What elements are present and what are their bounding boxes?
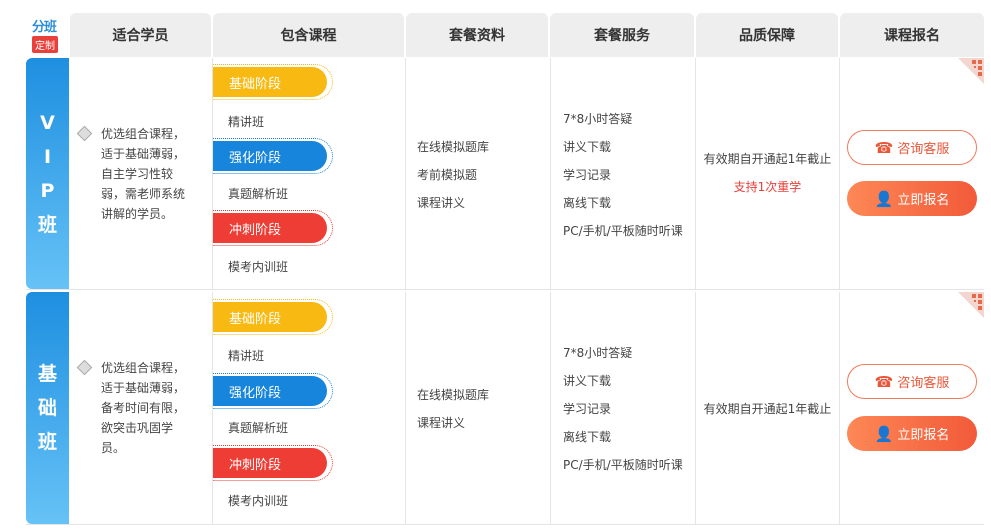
materials-cell: 在线模拟题库 考前模拟题 课程讲义 bbox=[406, 58, 551, 289]
diamond-icon bbox=[76, 125, 93, 142]
materials-cell: 在线模拟题库 课程讲义 bbox=[406, 292, 551, 524]
service-item: 离线下载 bbox=[563, 430, 612, 444]
row-label-char: 基 bbox=[37, 363, 57, 385]
headset-icon: ☎ bbox=[874, 138, 894, 157]
consult-button-label: 咨询客服 bbox=[897, 142, 950, 157]
enroll-button[interactable]: 👤 立即报名 bbox=[847, 416, 977, 451]
enroll-cell: ☎ 咨询客服 👤 立即报名 bbox=[840, 58, 984, 289]
target-students-cell: 优选组合课程， 适于基础薄弱， 备考时间有限， 欲突击巩固学 员。 bbox=[69, 292, 213, 524]
stage-sprint-pill: 冲刺阶段 bbox=[213, 210, 333, 246]
material-item: 课程讲义 bbox=[417, 196, 466, 210]
target-students-cell: 优选组合课程， 适于基础薄弱， 自主学习性较 弱，需老师系统 讲解的学员。 bbox=[69, 58, 213, 289]
service-item: 7*8小时答疑 bbox=[563, 112, 633, 126]
header-target-students: 适合学员 bbox=[70, 13, 211, 57]
header-enroll: 课程报名 bbox=[840, 13, 984, 57]
services-cell: 7*8小时答疑 讲义下载 学习记录 离线下载 PC/手机/平板随时听课 bbox=[551, 58, 696, 289]
course-item: 真题解析班 bbox=[228, 421, 289, 435]
row-label-char: V bbox=[40, 111, 55, 134]
enroll-button-label: 立即报名 bbox=[897, 193, 950, 208]
service-item: 讲义下载 bbox=[563, 140, 612, 154]
stage-strengthen-pill: 强化阶段 bbox=[213, 373, 333, 409]
desc-line: 优选组合课程， bbox=[101, 361, 186, 375]
service-item: 离线下载 bbox=[563, 196, 612, 210]
header-guarantee: 品质保障 bbox=[696, 13, 838, 57]
desc-line: 欲突击巩固学 bbox=[101, 421, 174, 435]
service-item: PC/手机/平板随时听课 bbox=[563, 458, 683, 472]
service-item: 7*8小时答疑 bbox=[563, 346, 633, 360]
row-label-char: P bbox=[40, 179, 55, 202]
header-services: 套餐服务 bbox=[550, 13, 694, 57]
guarantee-cell: 有效期自开通起1年截止 bbox=[696, 292, 840, 524]
desc-line: 适于基础薄弱， bbox=[101, 381, 186, 395]
row-vip: V I P 班 优选组合课程， 适于基础薄弱， 自主学习性较 弱，需老师系统 讲… bbox=[26, 58, 984, 290]
material-item: 课程讲义 bbox=[417, 416, 466, 430]
row-label-vip: V I P 班 bbox=[26, 58, 69, 289]
service-item: 学习记录 bbox=[563, 402, 612, 416]
course-item: 模考内训班 bbox=[228, 260, 289, 274]
guarantee-cell: 有效期自开通起1年截止 支持1次重学 bbox=[696, 58, 840, 289]
user-icon: 👤 bbox=[874, 424, 894, 443]
service-item: PC/手机/平板随时听课 bbox=[563, 224, 683, 238]
row-basic: 基 础 班 优选组合课程， 适于基础薄弱， 备考时间有限， 欲突击巩固学 员。 … bbox=[26, 292, 984, 525]
material-item: 在线模拟题库 bbox=[417, 140, 490, 154]
service-item: 学习记录 bbox=[563, 168, 612, 182]
target-students-desc: 优选组合课程， 适于基础薄弱， 备考时间有限， 欲突击巩固学 员。 bbox=[76, 358, 193, 458]
header-materials: 套餐资料 bbox=[406, 13, 548, 57]
service-item: 讲义下载 bbox=[563, 374, 612, 388]
package-table: 分班 定制 适合学员 包含课程 套餐资料 套餐服务 品质保障 课程报名 V I … bbox=[0, 0, 991, 531]
desc-line: 自主学习性较 bbox=[101, 167, 174, 181]
material-item: 在线模拟题库 bbox=[417, 388, 490, 402]
user-icon: 👤 bbox=[874, 189, 894, 208]
logo-bottom-text: 定制 bbox=[32, 36, 58, 53]
desc-line: 员。 bbox=[101, 441, 126, 455]
row-label-char: 班 bbox=[37, 213, 57, 236]
services-cell: 7*8小时答疑 讲义下载 学习记录 离线下载 PC/手机/平板随时听课 bbox=[551, 292, 696, 524]
desc-line: 适于基础薄弱， bbox=[101, 147, 186, 161]
guarantee-text: 有效期自开通起1年截止 bbox=[703, 152, 832, 166]
course-item: 精讲班 bbox=[228, 115, 265, 129]
row-label-char: I bbox=[43, 145, 52, 168]
stage-strengthen-pill: 强化阶段 bbox=[213, 138, 333, 174]
enroll-cell: ☎ 咨询客服 👤 立即报名 bbox=[840, 292, 984, 524]
guarantee-text: 有效期自开通起1年截止 bbox=[703, 402, 832, 416]
diamond-icon bbox=[76, 359, 93, 376]
consult-button[interactable]: ☎ 咨询客服 bbox=[847, 130, 977, 165]
course-item: 精讲班 bbox=[228, 349, 265, 363]
stage-sprint-pill: 冲刺阶段 bbox=[213, 445, 333, 481]
desc-line: 优选组合课程， bbox=[101, 127, 186, 141]
courses-cell: 基础阶段 精讲班 强化阶段 真题解析班 冲刺阶段 模考内训班 bbox=[213, 58, 406, 289]
consult-button-label: 咨询客服 bbox=[897, 376, 950, 391]
row-label-char: 础 bbox=[37, 397, 57, 419]
course-item: 模考内训班 bbox=[228, 494, 289, 508]
course-item: 真题解析班 bbox=[228, 187, 289, 201]
target-students-desc: 优选组合课程， 适于基础薄弱， 自主学习性较 弱，需老师系统 讲解的学员。 bbox=[76, 124, 193, 224]
consult-button[interactable]: ☎ 咨询客服 bbox=[847, 364, 977, 399]
guarantee-extra-text: 支持1次重学 bbox=[733, 180, 802, 194]
headset-icon: ☎ bbox=[874, 372, 894, 391]
row-label-basic: 基 础 班 bbox=[26, 292, 69, 524]
fenban-logo: 分班 定制 bbox=[26, 14, 66, 56]
logo-top-text: 分班 bbox=[32, 20, 57, 35]
courses-cell: 基础阶段 精讲班 强化阶段 真题解析班 冲刺阶段 模考内训班 bbox=[213, 292, 406, 524]
stage-basic-pill: 基础阶段 bbox=[213, 299, 333, 335]
desc-line: 备考时间有限， bbox=[101, 401, 186, 415]
qr-code-icon bbox=[958, 58, 984, 84]
row-label-char: 班 bbox=[37, 431, 57, 453]
desc-line: 讲解的学员。 bbox=[101, 207, 174, 221]
qr-code-icon bbox=[958, 292, 984, 318]
header-courses: 包含课程 bbox=[213, 13, 404, 57]
enroll-button-label: 立即报名 bbox=[897, 428, 950, 443]
material-item: 考前模拟题 bbox=[417, 168, 478, 182]
enroll-button[interactable]: 👤 立即报名 bbox=[847, 181, 977, 216]
stage-basic-pill: 基础阶段 bbox=[213, 64, 333, 100]
desc-line: 弱，需老师系统 bbox=[101, 187, 186, 201]
